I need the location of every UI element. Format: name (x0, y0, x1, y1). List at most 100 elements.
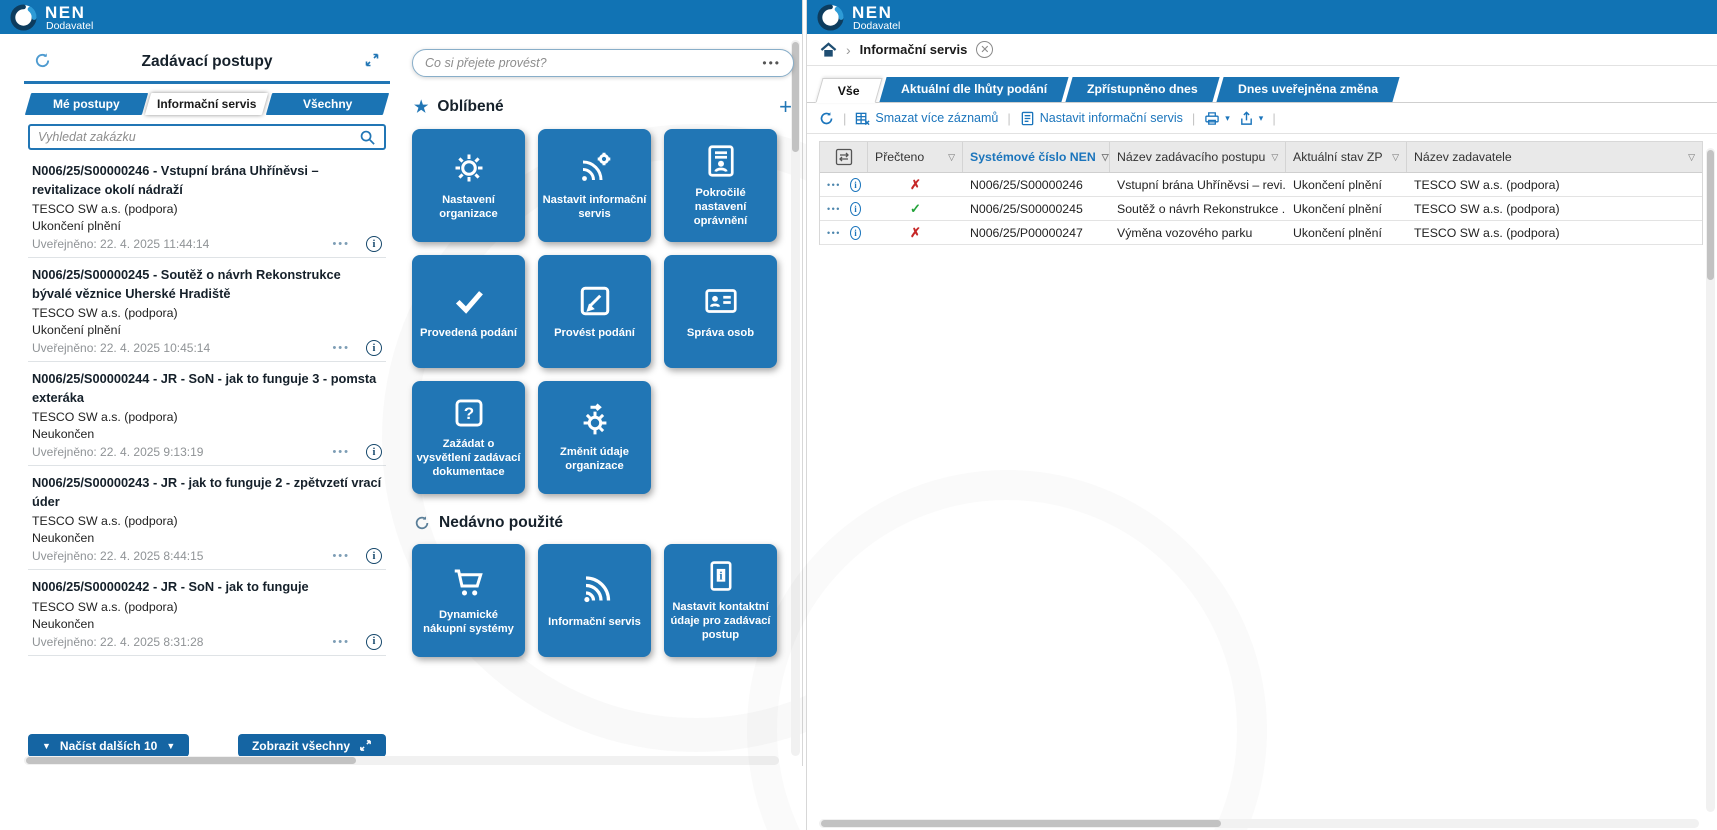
table-row[interactable]: ••• i ✓ N006/25/S00000245 Soutěž o návrh… (820, 197, 1702, 221)
sidebar-header: Zadávací postupy (24, 46, 390, 84)
cart-icon (451, 565, 487, 601)
print-button[interactable]: ▾ (1204, 111, 1230, 126)
command-input[interactable] (425, 56, 762, 70)
filter-icon[interactable]: ▽ (948, 152, 955, 163)
tile-sprava-osob[interactable]: Správa osob (664, 255, 777, 368)
tile-provest-podani[interactable]: Provést podání (538, 255, 651, 368)
tile-nastavit-informacni-servis[interactable]: Nastavit informační servis (538, 129, 651, 242)
row-menu-icon[interactable]: ••• (827, 180, 841, 190)
left-horizontal-scrollbar[interactable] (24, 756, 779, 765)
cell-name: Výměna vozového parku (1110, 221, 1286, 244)
row-menu-icon[interactable]: ••• (827, 204, 841, 214)
screen: NEN Dodavatel Zadávací postupy Mé postup… (0, 0, 1717, 830)
cell-name: Vstupní brána Uhříněvsi – revi... (1110, 173, 1286, 196)
setup-info-service-button[interactable]: Nastavit informační servis (1020, 111, 1183, 126)
breadcrumb: › Informační servis ✕ (807, 34, 1717, 66)
item-info-icon[interactable]: i (366, 236, 382, 252)
export-button[interactable]: ▾ (1239, 111, 1264, 126)
item-info-icon[interactable]: i (366, 548, 382, 564)
item-menu-icon[interactable]: ••• (332, 238, 350, 250)
filter-icon[interactable]: ▽ (1271, 152, 1278, 163)
item-title: N006/25/S00000242 - JR - SoN - jak to fu… (32, 578, 382, 597)
tile-dynamicke-nakupni-systemy[interactable]: Dynamické nákupní systémy (412, 544, 525, 657)
load-more-button[interactable]: ▼ Načíst dalších 10 ▼ (28, 734, 189, 757)
brand-role: Dodavatel (853, 20, 900, 32)
id-card-icon (703, 283, 739, 319)
breadcrumb-current[interactable]: Informační servis (860, 42, 968, 57)
filter-icon[interactable]: ▽ (1392, 152, 1399, 163)
refresh-icon (819, 111, 834, 126)
row-info-icon[interactable]: i (850, 202, 861, 216)
tab-vse[interactable]: Vše (815, 78, 882, 103)
filter-icon[interactable]: ▽ (1688, 152, 1695, 163)
item-published: Uveřejněno: 22. 4. 2025 8:44:15 (32, 549, 332, 563)
list-item[interactable]: N006/25/S00000243 - JR - jak to funguje … (28, 466, 386, 570)
add-favorite-icon[interactable]: + (779, 99, 792, 115)
delete-records-button[interactable]: Smazat více záznamů (855, 111, 998, 126)
item-menu-icon[interactable]: ••• (332, 342, 350, 354)
refresh-button[interactable] (819, 111, 834, 126)
close-icon[interactable]: ✕ (976, 41, 993, 58)
column-aktualni-stav[interactable]: Aktuální stav ZP ▽ (1286, 142, 1407, 172)
history-icon (414, 515, 430, 531)
tile-zmenit-udaje-organizace[interactable]: Změnit údaje organizace (538, 381, 651, 494)
home-icon[interactable] (820, 42, 837, 58)
list-item[interactable]: N006/25/S00000244 - JR - SoN - jak to fu… (28, 362, 386, 466)
column-nazev-zadavatele[interactable]: Název zadavatele ▽ (1407, 142, 1702, 172)
item-org: TESCO SW a.s. (podpora) (32, 306, 382, 320)
arrow-down-icon: ▼ (166, 741, 175, 751)
item-menu-icon[interactable]: ••• (332, 636, 350, 648)
row-info-icon[interactable]: i (850, 226, 861, 240)
read-mark: ✗ (910, 177, 921, 193)
item-info-icon[interactable]: i (366, 634, 382, 650)
search-input[interactable] (38, 130, 359, 144)
gear-icon (451, 150, 487, 186)
refresh-icon[interactable] (34, 52, 51, 69)
tile-informacni-servis[interactable]: Informační servis (538, 544, 651, 657)
item-info-icon[interactable]: i (366, 340, 382, 356)
item-published: Uveřejněno: 22. 4. 2025 8:31:28 (32, 635, 332, 649)
tab-vsechny[interactable]: Všechny (266, 93, 390, 115)
cell-number: N006/25/P00000247 (963, 221, 1110, 244)
tile-nastavit-kontaktni-udaje[interactable]: i Nastavit kontaktní údaje pro zadávací … (664, 544, 777, 657)
recent-title: Nedávno použité (439, 514, 563, 532)
tab-informacni-servis[interactable]: Informační servis (145, 93, 269, 115)
tile-zazadat-o-vysvetleni[interactable]: ? Zažádat o vysvětlení zadávací dokument… (412, 381, 525, 494)
right-vertical-scrollbar[interactable] (1706, 148, 1715, 812)
read-mark: ✓ (910, 201, 921, 217)
star-icon: ★ (414, 97, 428, 117)
tile-provedena-podani[interactable]: Provedená podání (412, 255, 525, 368)
row-info-icon[interactable]: i (850, 178, 861, 192)
row-menu-icon[interactable]: ••• (827, 228, 841, 238)
filter-icon[interactable]: ▽ (1102, 152, 1109, 163)
list-item[interactable]: N006/25/S00000242 - JR - SoN - jak to fu… (28, 570, 386, 656)
item-menu-icon[interactable]: ••• (332, 446, 350, 458)
dashboard: ••• ★ Oblíbené + Nastavení organizace (412, 34, 794, 766)
table-row[interactable]: ••• i ✗ N006/25/S00000246 Vstupní brána … (820, 173, 1702, 197)
show-all-button[interactable]: Zobrazit všechny (238, 734, 386, 757)
tab-me-postupy[interactable]: Mé postupy (25, 93, 149, 115)
column-nazev-postupu[interactable]: Název zadávacího postupu ▽ (1110, 142, 1286, 172)
search-icon[interactable] (359, 129, 376, 146)
tile-nastaveni-organizace[interactable]: Nastavení organizace (412, 129, 525, 242)
left-window: NEN Dodavatel Zadávací postupy Mé postup… (0, 0, 803, 766)
column-precteno[interactable]: Přečteno ▽ (868, 142, 963, 172)
column-systemove-cislo[interactable]: Systémové číslo NEN ▽ (963, 142, 1110, 172)
read-mark: ✗ (910, 225, 921, 241)
item-status: Ukončení plnění (32, 323, 382, 337)
column-settings-header[interactable] (820, 142, 868, 172)
list-item[interactable]: N006/25/S00000246 - Vstupní brána Uhříně… (28, 154, 386, 258)
item-info-icon[interactable]: i (366, 444, 382, 460)
tab-zpristupneno-dnes[interactable]: Zpřístupněno dnes (1066, 77, 1220, 102)
list-item[interactable]: N006/25/S00000245 - Soutěž o návrh Rekon… (28, 258, 386, 362)
signal-gear-icon (577, 150, 613, 186)
document-person-icon (703, 143, 739, 179)
command-menu-icon[interactable]: ••• (762, 56, 781, 70)
tab-dnes-uverejnena-zmena[interactable]: Dnes uveřejněna změna (1216, 77, 1399, 102)
expand-icon[interactable] (364, 52, 380, 68)
right-horizontal-scrollbar[interactable] (819, 819, 1699, 828)
item-menu-icon[interactable]: ••• (332, 550, 350, 562)
tab-aktualni-dle-lhuty[interactable]: Aktuální dle lhůty podání (879, 77, 1068, 102)
tile-pokrocile-nastaveni-opravneni[interactable]: Pokročilé nastavení oprávnění (664, 129, 777, 242)
table-row[interactable]: ••• i ✗ N006/25/P00000247 Výměna vozovéh… (820, 221, 1702, 245)
